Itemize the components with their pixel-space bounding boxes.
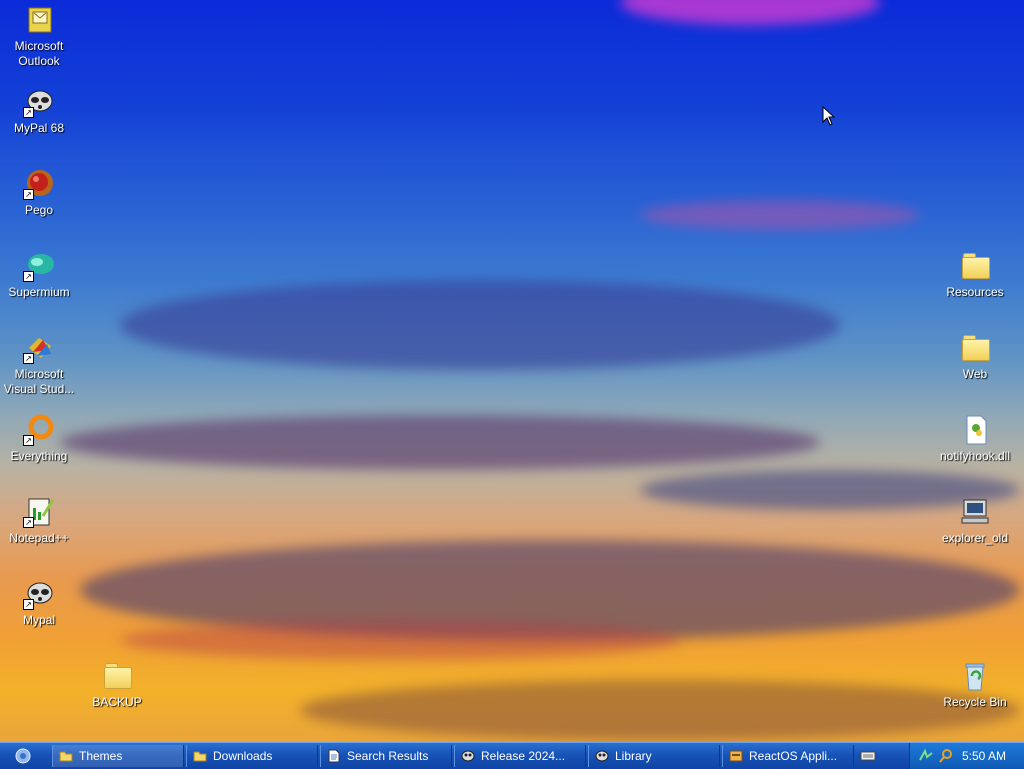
taskbar-item-label: Themes: [79, 749, 123, 763]
icon-label: Resources: [946, 285, 1004, 299]
document-icon: [327, 749, 341, 763]
desktop-icon-web[interactable]: Web: [936, 332, 1014, 382]
icon-label: Notepad++: [9, 531, 69, 545]
app-icon: [729, 749, 743, 763]
icon-label: BACKUP: [92, 695, 142, 709]
shortcut-arrow-icon: ↗: [23, 271, 34, 282]
shortcut-arrow-icon: ↗: [23, 107, 34, 118]
folder-icon: [193, 749, 207, 763]
reactos-start-icon: [15, 748, 31, 764]
taskbar-item-downloads[interactable]: Downloads: [186, 745, 318, 767]
outlook-icon: [23, 4, 55, 36]
icon-label: notifyhook.dll: [939, 449, 1011, 463]
taskbar-item-label: Release 2024...: [481, 749, 566, 763]
computer-icon: [959, 496, 991, 528]
taskbar-item-themes[interactable]: Themes: [52, 745, 184, 767]
icon-label: Recycle Bin: [943, 695, 1007, 709]
icon-label: Web: [962, 367, 988, 381]
keyboard-icon: [860, 751, 876, 761]
taskbar-item-label: Search Results: [347, 749, 429, 763]
shortcut-arrow-icon: ↗: [23, 353, 34, 364]
icon-label: Everything: [10, 449, 68, 463]
folder-icon: [101, 660, 133, 692]
cloud: [640, 200, 920, 230]
shortcut-arrow-icon: ↗: [23, 517, 34, 528]
shortcut-arrow-icon: ↗: [23, 189, 34, 200]
icon-label: Supermium: [8, 285, 70, 299]
mypal-icon: ↗: [23, 578, 55, 610]
mouse-cursor-icon: [822, 105, 836, 126]
cloud: [620, 0, 880, 25]
desktop-icon-mypal[interactable]: ↗ Mypal: [0, 578, 78, 628]
everything-icon: ↗: [23, 414, 55, 446]
desktop-background: Microsoft Outlook ↗ MyPal 68 ↗ Pego ↗ Su…: [0, 0, 1024, 742]
mypal-icon: ↗: [23, 86, 55, 118]
mypal-icon: [461, 749, 475, 763]
desktop-icon-backup[interactable]: BACKUP: [78, 660, 156, 710]
system-tray: 5:50 AM: [909, 743, 1024, 769]
pego-icon: ↗: [23, 168, 55, 200]
icon-label: MyPal 68: [13, 121, 65, 135]
desktop-icon-notifyhook[interactable]: notifyhook.dll: [936, 414, 1014, 464]
desktop-icon-everything[interactable]: ↗ Everything: [0, 414, 78, 464]
clock[interactable]: 5:50 AM: [962, 749, 1006, 763]
taskbar-item-release-2024[interactable]: Release 2024...: [454, 745, 586, 767]
taskbar-item-label: Downloads: [213, 749, 273, 763]
network-icon[interactable]: [918, 748, 934, 769]
folder-icon: [959, 332, 991, 364]
folder-icon: [59, 749, 73, 763]
notepadpp-icon: ↗: [23, 496, 55, 528]
dll-file-icon: [959, 414, 991, 446]
icon-label: Outlook: [18, 54, 60, 68]
keyboard-layout-indicator[interactable]: [860, 749, 876, 763]
supermium-icon: ↗: [23, 250, 55, 282]
search-icon[interactable]: [938, 748, 954, 769]
taskbar: Themes Downloads Search Results Release …: [0, 742, 1024, 769]
folder-icon: [959, 250, 991, 282]
desktop-icon-recycle-bin[interactable]: Recycle Bin: [936, 660, 1014, 710]
desktop-icon-resources[interactable]: Resources: [936, 250, 1014, 300]
shortcut-arrow-icon: ↗: [23, 599, 34, 610]
cloud: [120, 280, 840, 370]
icon-label: Pego: [24, 203, 54, 217]
desktop-icon-mypal-68[interactable]: ↗ MyPal 68: [0, 86, 78, 136]
icon-label: Microsoft: [14, 367, 64, 381]
icon-label: Microsoft: [14, 39, 64, 53]
taskbar-item-search-results[interactable]: Search Results: [320, 745, 452, 767]
shortcut-arrow-icon: ↗: [23, 435, 34, 446]
taskbar-item-label: Library: [615, 749, 652, 763]
desktop-icon-outlook[interactable]: Microsoft Outlook: [0, 4, 78, 69]
visual-studio-icon: ↗: [23, 332, 55, 364]
taskbar-item-library[interactable]: Library: [588, 745, 720, 767]
cloud: [60, 415, 820, 470]
recycle-bin-icon: [959, 660, 991, 692]
cloud: [120, 620, 680, 660]
desktop-icon-pego[interactable]: ↗ Pego: [0, 168, 78, 218]
desktop-icon-notepadpp[interactable]: ↗ Notepad++: [0, 496, 78, 546]
start-button[interactable]: [6, 745, 40, 767]
cloud: [300, 680, 1020, 740]
taskbar-item-label: ReactOS Appli...: [749, 749, 838, 763]
icon-label: Mypal: [22, 613, 55, 627]
desktop-icon-visual-studio[interactable]: ↗ Microsoft Visual Stud...: [0, 332, 78, 397]
mypal-icon: [595, 749, 609, 763]
desktop-icon-supermium[interactable]: ↗ Supermium: [0, 250, 78, 300]
desktop-icon-explorer-old[interactable]: explorer_old: [936, 496, 1014, 546]
icon-label: Visual Stud...: [3, 382, 75, 396]
taskbar-item-reactos-apps[interactable]: ReactOS Appli...: [722, 745, 854, 767]
icon-label: explorer_old: [941, 531, 1009, 545]
